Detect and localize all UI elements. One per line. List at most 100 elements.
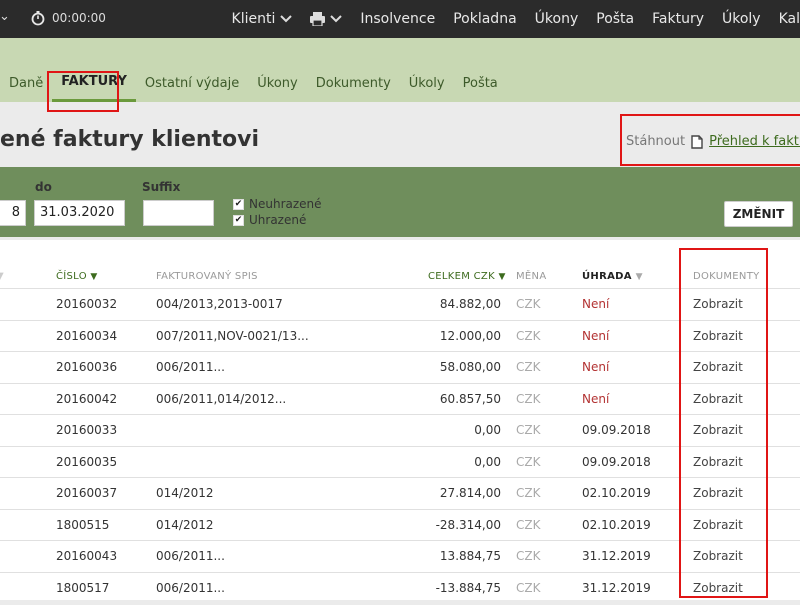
highlight-box [620,114,800,166]
top-nav: Klienti Insolvence Pokladna Úkony Pošta … [232,0,800,38]
invoiced-file: 006/2011... [156,549,225,563]
currency: CZK [516,297,541,311]
nav-kalendar[interactable]: Kal [779,11,800,27]
column-mena[interactable]: MĚNA [516,271,546,282]
date-to-input[interactable]: 31.03.2020 [34,200,125,226]
filter-unpaid-label: Neuhrazené [249,197,322,211]
currency: CZK [516,423,541,437]
column-cislo[interactable]: ČÍSLO ▼ [56,271,98,282]
chevron-down-icon [280,15,293,23]
payment-status: Není [582,328,610,343]
highlight-box [679,248,768,598]
total-amount: 12.000,00 [439,328,501,343]
total-amount: 27.814,00 [439,486,501,500]
page-title: ené faktury klientovi [0,127,260,152]
nav-posta[interactable]: Pošta [596,11,634,27]
filter-unpaid[interactable]: ✔ Neuhrazené [233,196,322,212]
top-bar: ⌄ 00:00:00 Klienti Insolvence Pokladna Ú… [0,0,800,38]
chevron-down-icon[interactable]: ⌄ [0,9,10,24]
highlight-box [47,71,119,112]
invoiced-file: 014/2012 [156,486,214,500]
column-spis[interactable]: FAKTUROVANÝ SPIS [156,271,258,282]
tab-dane[interactable]: Daně [0,64,52,102]
invoice-number: 20160043 [56,549,118,563]
nav-klienti-label: Klienti [231,11,276,27]
printer-icon [310,12,326,26]
sort-desc-icon: ▼ [90,272,98,282]
timer[interactable]: 00:00:00 [30,10,106,26]
total-amount: 13.884,75 [439,549,501,563]
invoiced-file: 007/2011,NOV-0021/13... [156,328,309,343]
nav-print[interactable] [310,12,343,26]
checkbox-checked-icon[interactable]: ✔ [233,198,244,210]
payment-status: Není [582,391,610,406]
total-amount: 60.857,50 [439,391,501,406]
sub-header: Daně FAKTURY Ostatní výdaje Úkony Dokume… [0,38,800,102]
tab-ukoly[interactable]: Úkoly [400,64,454,102]
payment-status: Není [582,360,610,374]
total-amount: -28.314,00 [435,517,501,532]
column-partial: ▼ [0,271,4,282]
payment-status: 02.10.2019 [582,486,651,500]
invoice-number: 20160032 [56,297,118,311]
total-amount: -13.884,75 [435,580,501,595]
payment-status: 31.12.2019 [582,580,651,595]
invoice-number: 20160034 [56,328,118,343]
invoice-number: 20160036 [56,360,118,374]
payment-status: Není [582,297,610,311]
currency: CZK [516,517,541,532]
chevron-down-icon [330,15,343,23]
currency: CZK [516,360,541,374]
suffix-label: Suffix [142,180,181,194]
status-filters: ✔ Neuhrazené ✔ Uhrazené [233,196,322,228]
invoice-number: 20160037 [56,486,118,500]
tab-posta[interactable]: Pošta [454,64,507,102]
invoiced-file: 006/2011,014/2012... [156,391,287,406]
tab-ostatni-vydaje[interactable]: Ostatní výdaje [136,64,248,102]
payment-status: 31.12.2019 [582,549,651,563]
tab-dokumenty[interactable]: Dokumenty [307,64,400,102]
tab-ukony[interactable]: Úkony [248,64,306,102]
currency: CZK [516,328,541,343]
total-amount: 0,00 [474,423,501,437]
invoiced-file: 004/2013,2013-0017 [156,297,283,311]
to-label: do [35,180,52,194]
currency: CZK [516,486,541,500]
invoice-number: 20160042 [56,391,118,406]
nav-faktury[interactable]: Faktury [652,11,704,27]
filter-paid-label: Uhrazené [249,213,307,227]
nav-klienti[interactable]: Klienti [232,11,293,27]
total-amount: 58.080,00 [439,360,501,374]
date-from-input[interactable]: 8 [0,200,26,226]
invoice-number: 1800517 [56,580,110,595]
change-button[interactable]: ZMĚNIT [724,201,793,227]
invoiced-file: 006/2011... [156,360,225,374]
checkbox-checked-icon[interactable]: ✔ [233,214,244,226]
payment-status: 09.09.2018 [582,423,651,437]
payment-status: 02.10.2019 [582,517,651,532]
invoiced-file: 006/2011... [156,580,225,595]
timer-value: 00:00:00 [52,11,106,25]
column-celkem[interactable]: CELKEM CZK ▼ [428,271,506,282]
nav-ukoly[interactable]: Úkoly [722,11,761,27]
currency: CZK [516,391,541,406]
sort-desc-icon: ▼ [498,272,506,282]
invoice-number: 20160033 [56,423,118,437]
currency: CZK [516,454,541,469]
payment-status: 09.09.2018 [582,454,651,469]
currency: CZK [516,580,541,595]
stopwatch-icon [31,11,45,26]
nav-ukony[interactable]: Úkony [535,11,579,27]
sort-desc-icon: ▼ [635,272,643,282]
total-amount: 0,00 [474,454,501,469]
suffix-input[interactable] [143,200,214,226]
nav-pokladna[interactable]: Pokladna [453,11,516,27]
invoice-number: 1800515 [56,517,110,532]
column-uhrada[interactable]: ÚHRADA ▼ [582,271,643,282]
nav-insolvence[interactable]: Insolvence [360,11,435,27]
currency: CZK [516,549,541,563]
invoice-number: 20160035 [56,454,118,469]
total-amount: 84.882,00 [439,297,501,311]
filter-paid[interactable]: ✔ Uhrazené [233,212,322,228]
invoiced-file: 014/2012 [156,517,214,532]
